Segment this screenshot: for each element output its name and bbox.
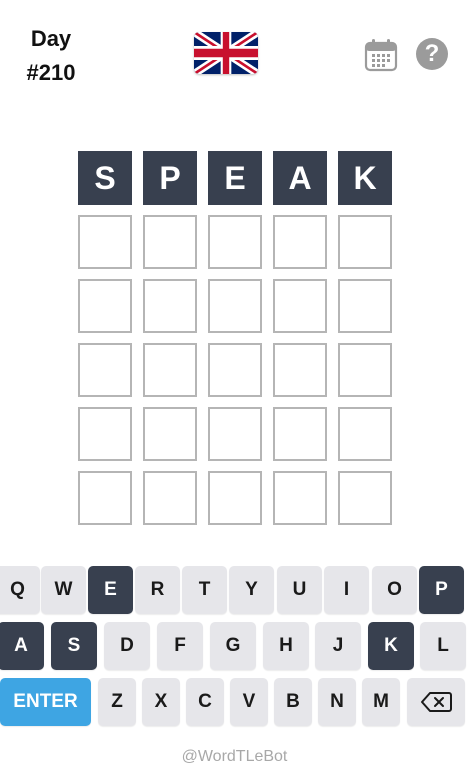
board-row bbox=[78, 215, 392, 269]
key-f[interactable]: F bbox=[157, 622, 203, 670]
letter-tile bbox=[143, 343, 197, 397]
key-g[interactable]: G bbox=[210, 622, 256, 670]
key-t[interactable]: T bbox=[182, 566, 227, 614]
key-b[interactable]: B bbox=[274, 678, 312, 726]
key-d[interactable]: D bbox=[104, 622, 150, 670]
letter-tile: A bbox=[273, 151, 327, 205]
letter-tile bbox=[143, 279, 197, 333]
key-z[interactable]: Z bbox=[98, 678, 136, 726]
letter-tile bbox=[78, 279, 132, 333]
footer-credit: @WordTLeBot bbox=[181, 748, 288, 765]
key-c[interactable]: C bbox=[186, 678, 224, 726]
key-i[interactable]: I bbox=[324, 566, 369, 614]
letter-tile bbox=[208, 343, 262, 397]
letter-tile bbox=[208, 215, 262, 269]
board-row bbox=[78, 407, 392, 461]
letter-tile bbox=[78, 343, 132, 397]
letter-tile bbox=[143, 215, 197, 269]
key-p[interactable]: P bbox=[419, 566, 464, 614]
letter-tile bbox=[338, 407, 392, 461]
key-a[interactable]: A bbox=[0, 622, 44, 670]
enter-key[interactable]: ENTER bbox=[0, 678, 91, 726]
letter-tile bbox=[78, 471, 132, 525]
letter-tile: P bbox=[143, 151, 197, 205]
letter-tile: S bbox=[78, 151, 132, 205]
letter-tile: K bbox=[338, 151, 392, 205]
letter-tile bbox=[338, 343, 392, 397]
key-y[interactable]: Y bbox=[229, 566, 274, 614]
day-label: Day bbox=[30, 26, 72, 51]
letter-tile bbox=[338, 279, 392, 333]
backspace-key[interactable] bbox=[407, 678, 465, 726]
letter-tile bbox=[273, 407, 327, 461]
uk-flag-icon[interactable] bbox=[194, 32, 258, 74]
key-q[interactable]: Q bbox=[0, 566, 40, 614]
key-o[interactable]: O bbox=[372, 566, 417, 614]
letter-tile bbox=[338, 471, 392, 525]
key-e[interactable]: E bbox=[88, 566, 133, 614]
keyboard-row-2: ASDFGHJKL bbox=[0, 622, 469, 670]
letter-tile bbox=[143, 471, 197, 525]
key-u[interactable]: U bbox=[277, 566, 322, 614]
board-row: SPEAK bbox=[78, 151, 392, 205]
keyboard-row-1: QWERTYUIOP bbox=[0, 566, 469, 614]
letter-tile bbox=[273, 343, 327, 397]
help-icon[interactable]: ? bbox=[416, 38, 448, 70]
board-row bbox=[78, 343, 392, 397]
game-board: SPEAK bbox=[78, 151, 392, 535]
day-number: #210 bbox=[26, 60, 76, 85]
letter-tile bbox=[273, 471, 327, 525]
key-l[interactable]: L bbox=[420, 622, 466, 670]
letter-tile bbox=[208, 407, 262, 461]
key-v[interactable]: V bbox=[230, 678, 268, 726]
key-j[interactable]: J bbox=[315, 622, 361, 670]
header: Day #210 ? bbox=[0, 0, 469, 110]
key-w[interactable]: W bbox=[41, 566, 86, 614]
day-indicator: Day #210 bbox=[14, 22, 88, 90]
key-h[interactable]: H bbox=[263, 622, 309, 670]
key-x[interactable]: X bbox=[142, 678, 180, 726]
letter-tile bbox=[78, 215, 132, 269]
letter-tile bbox=[143, 407, 197, 461]
board-row bbox=[78, 471, 392, 525]
key-r[interactable]: R bbox=[135, 566, 180, 614]
letter-tile bbox=[338, 215, 392, 269]
backspace-icon bbox=[421, 692, 452, 712]
key-m[interactable]: M bbox=[362, 678, 400, 726]
letter-tile bbox=[78, 407, 132, 461]
letter-tile bbox=[273, 215, 327, 269]
keyboard-row-3: ENTER Z X C V B N M bbox=[0, 678, 469, 726]
letter-tile bbox=[208, 279, 262, 333]
board-row bbox=[78, 279, 392, 333]
key-k[interactable]: K bbox=[368, 622, 414, 670]
key-s[interactable]: S bbox=[51, 622, 97, 670]
letter-tile: E bbox=[208, 151, 262, 205]
letter-tile bbox=[273, 279, 327, 333]
calendar-icon[interactable] bbox=[364, 38, 398, 72]
key-n[interactable]: N bbox=[318, 678, 356, 726]
letter-tile bbox=[208, 471, 262, 525]
